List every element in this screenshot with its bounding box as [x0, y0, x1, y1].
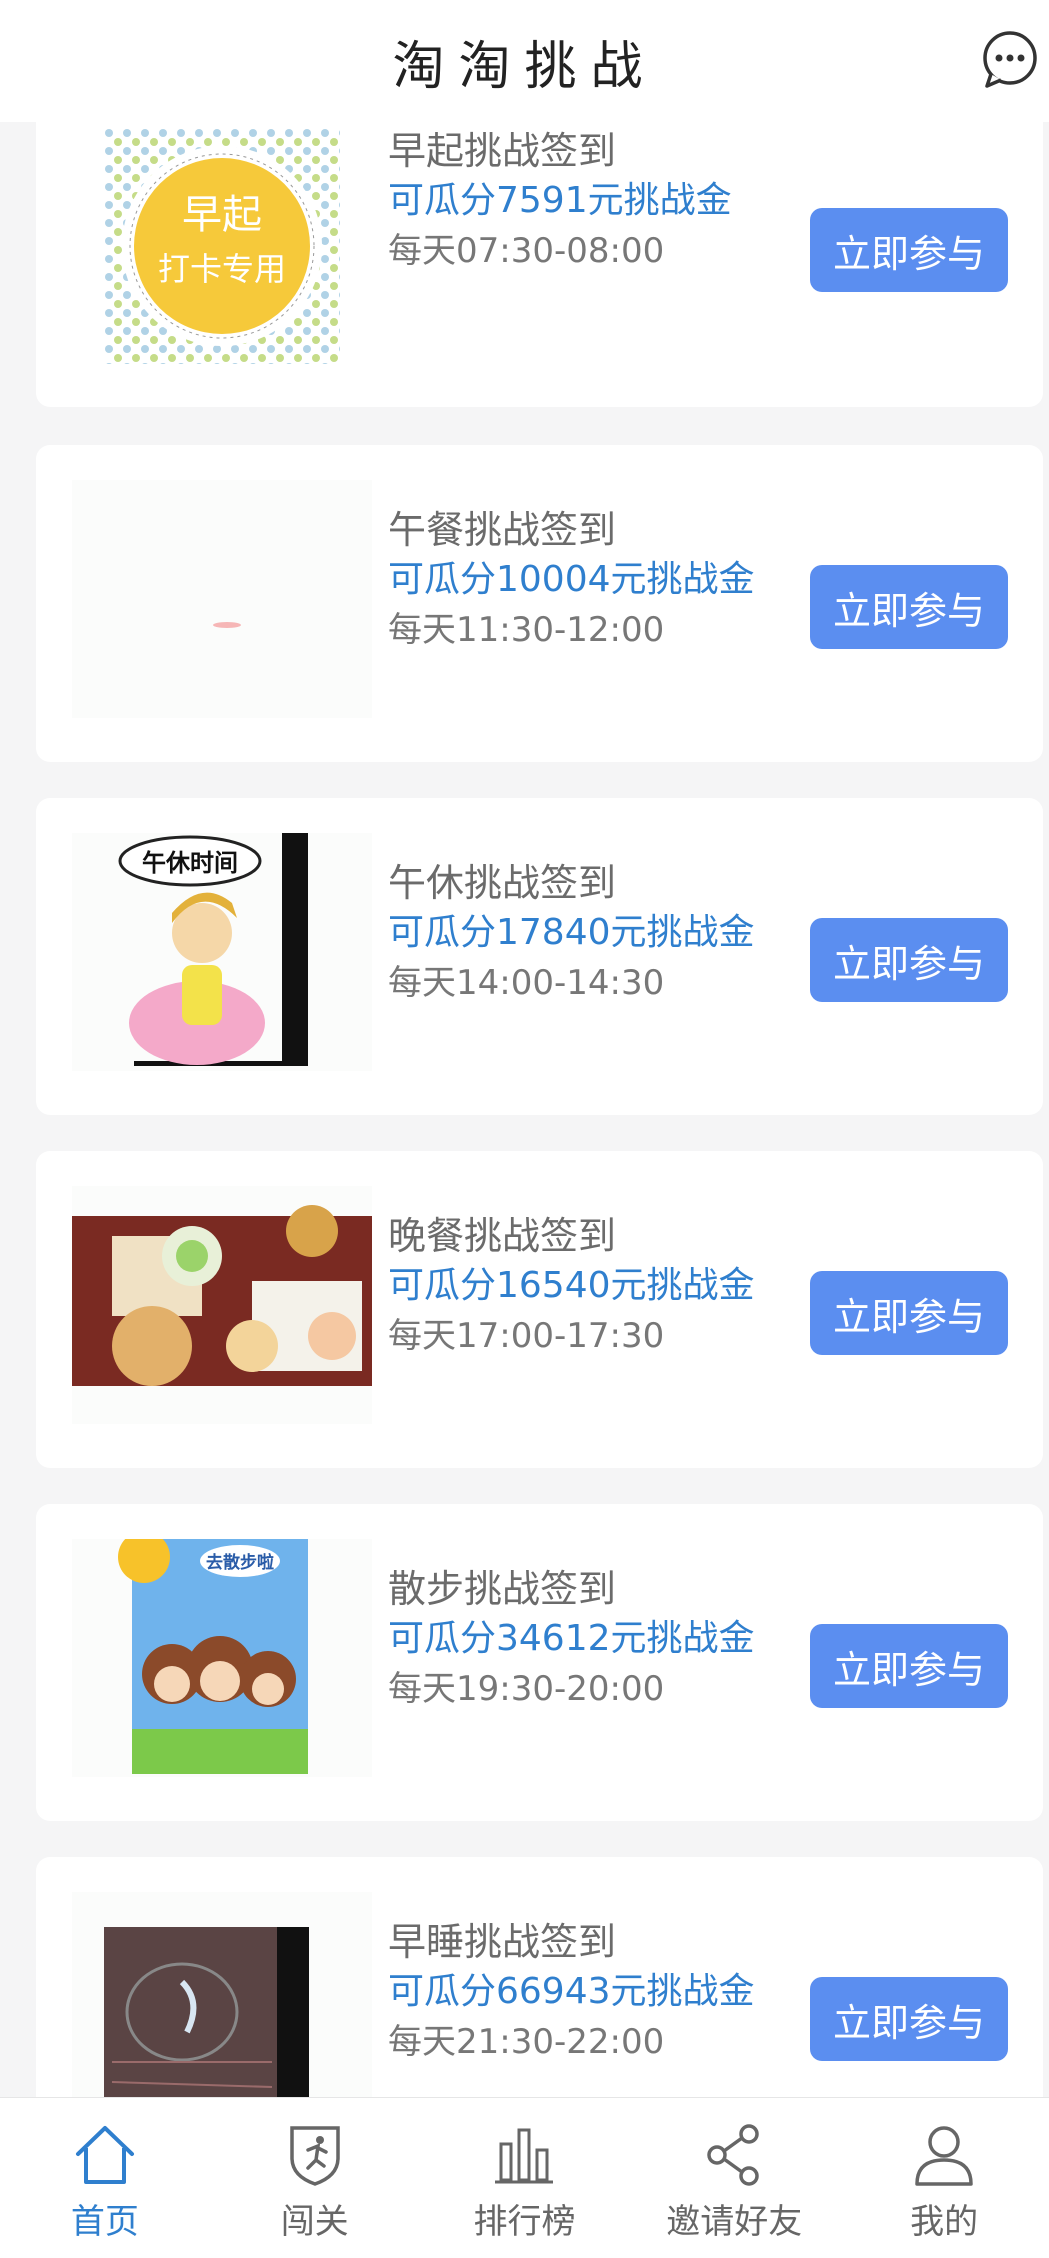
- tab-me[interactable]: 我的: [839, 2098, 1049, 2258]
- challenge-time: 每天21:30-22:00: [388, 2022, 665, 2062]
- tab-label: 排行榜: [473, 2202, 576, 2242]
- tab-challenge[interactable]: 闯关: [210, 2098, 420, 2258]
- tab-label: 闯关: [280, 2202, 349, 2242]
- challenge-prize: 可瓜分17840元挑战金: [388, 912, 755, 953]
- challenge-title: 早起挑战签到: [388, 129, 617, 173]
- challenge-prize: 可瓜分10004元挑战金: [388, 559, 755, 600]
- challenge-thumbnail-dinner: [72, 1186, 372, 1424]
- tab-label: 首页: [70, 2202, 139, 2242]
- challenge-thumbnail-nap: 午休时间: [72, 833, 372, 1071]
- challenge-time: 每天07:30-08:00: [388, 231, 665, 271]
- challenge-info: 晚餐挑战签到 可瓜分16540元挑战金 每天17:00-17:30: [388, 1211, 768, 1361]
- tab-ranking[interactable]: 排行榜: [420, 2098, 630, 2258]
- challenge-info: 早睡挑战签到 可瓜分66943元挑战金 每天21:30-22:00: [388, 1917, 768, 2067]
- challenge-info: 午餐挑战签到 可瓜分10004元挑战金 每天11:30-12:00: [388, 505, 768, 655]
- challenge-title: 午休挑战签到: [388, 861, 617, 905]
- join-button[interactable]: 立即参与: [810, 1977, 1008, 2061]
- share-icon: [707, 2124, 760, 2186]
- bottom-tab-bar: 首页 闯关 排行榜 邀请好友 我的: [0, 2097, 1049, 2258]
- chat-icon[interactable]: [979, 28, 1041, 90]
- challenge-info: 早起挑战签到 可瓜分7591元挑战金 每天07:30-08:00: [388, 126, 768, 276]
- challenge-prize: 可瓜分7591元挑战金: [388, 180, 732, 221]
- join-button[interactable]: 立即参与: [810, 1271, 1008, 1355]
- challenge-prize: 可瓜分66943元挑战金: [388, 1971, 755, 2012]
- join-button[interactable]: 立即参与: [810, 565, 1008, 649]
- challenge-card: 晚餐挑战签到 可瓜分16540元挑战金 每天17:00-17:30 立即参与: [36, 1151, 1043, 1468]
- user-icon: [915, 2126, 973, 2186]
- shield-runner-icon: [289, 2126, 340, 2186]
- challenge-thumbnail-lunch: [72, 480, 372, 718]
- svg-text:去散步啦: 去散步啦: [206, 1552, 274, 1573]
- join-button[interactable]: 立即参与: [810, 918, 1008, 1002]
- svg-text:早起: 早起: [182, 192, 262, 238]
- challenge-info: 散步挑战签到 可瓜分34612元挑战金 每天19:30-20:00: [388, 1564, 768, 1714]
- challenge-time: 每天19:30-20:00: [388, 1669, 665, 1709]
- home-icon: [75, 2126, 134, 2184]
- challenge-time: 每天14:00-14:30: [388, 963, 665, 1003]
- tab-home[interactable]: 首页: [0, 2098, 210, 2258]
- challenge-title: 散步挑战签到: [388, 1567, 617, 1611]
- challenge-list: 早起 打卡专用 早起挑战签到 可瓜分7591元挑战金 每天07:30-08:00…: [0, 0, 1049, 2257]
- challenge-thumbnail-morning: 早起 打卡专用: [104, 128, 340, 364]
- challenge-title: 晚餐挑战签到: [388, 1214, 617, 1258]
- tab-label: 我的: [910, 2202, 979, 2242]
- challenge-card: 早起 打卡专用 早起挑战签到 可瓜分7591元挑战金 每天07:30-08:00…: [36, 90, 1043, 407]
- challenge-title: 午餐挑战签到: [388, 508, 617, 552]
- page-title: 淘淘挑战: [392, 36, 657, 97]
- svg-text:午休时间: 午休时间: [142, 849, 238, 877]
- challenge-prize: 可瓜分34612元挑战金: [388, 1618, 755, 1659]
- bar-chart-icon: [495, 2128, 554, 2184]
- tab-invite[interactable]: 邀请好友: [629, 2098, 839, 2258]
- challenge-prize: 可瓜分16540元挑战金: [388, 1265, 755, 1306]
- svg-text:打卡专用: 打卡专用: [158, 250, 286, 288]
- challenge-thumbnail-sleep: [72, 1892, 372, 2130]
- join-button[interactable]: 立即参与: [810, 1624, 1008, 1708]
- challenge-time: 每天17:00-17:30: [388, 1316, 665, 1356]
- challenge-card: 午餐挑战签到 可瓜分10004元挑战金 每天11:30-12:00 立即参与: [36, 445, 1043, 762]
- challenge-title: 早睡挑战签到: [388, 1920, 617, 1964]
- challenge-thumbnail-walk: 去散步啦: [72, 1539, 372, 1777]
- challenge-info: 午休挑战签到 可瓜分17840元挑战金 每天14:00-14:30: [388, 858, 768, 1008]
- app-header: 淘淘挑战: [0, 0, 1049, 122]
- challenge-card: 午休时间 午休挑战签到 可瓜分17840元挑战金 每天14:00-14:30 立…: [36, 798, 1043, 1115]
- challenge-card: 去散步啦 散步挑战签到 可瓜分34612元挑战金 每天19:30-20:00 立…: [36, 1504, 1043, 1821]
- join-button[interactable]: 立即参与: [810, 208, 1008, 292]
- tab-label: 邀请好友: [666, 2202, 803, 2242]
- challenge-time: 每天11:30-12:00: [388, 610, 665, 650]
